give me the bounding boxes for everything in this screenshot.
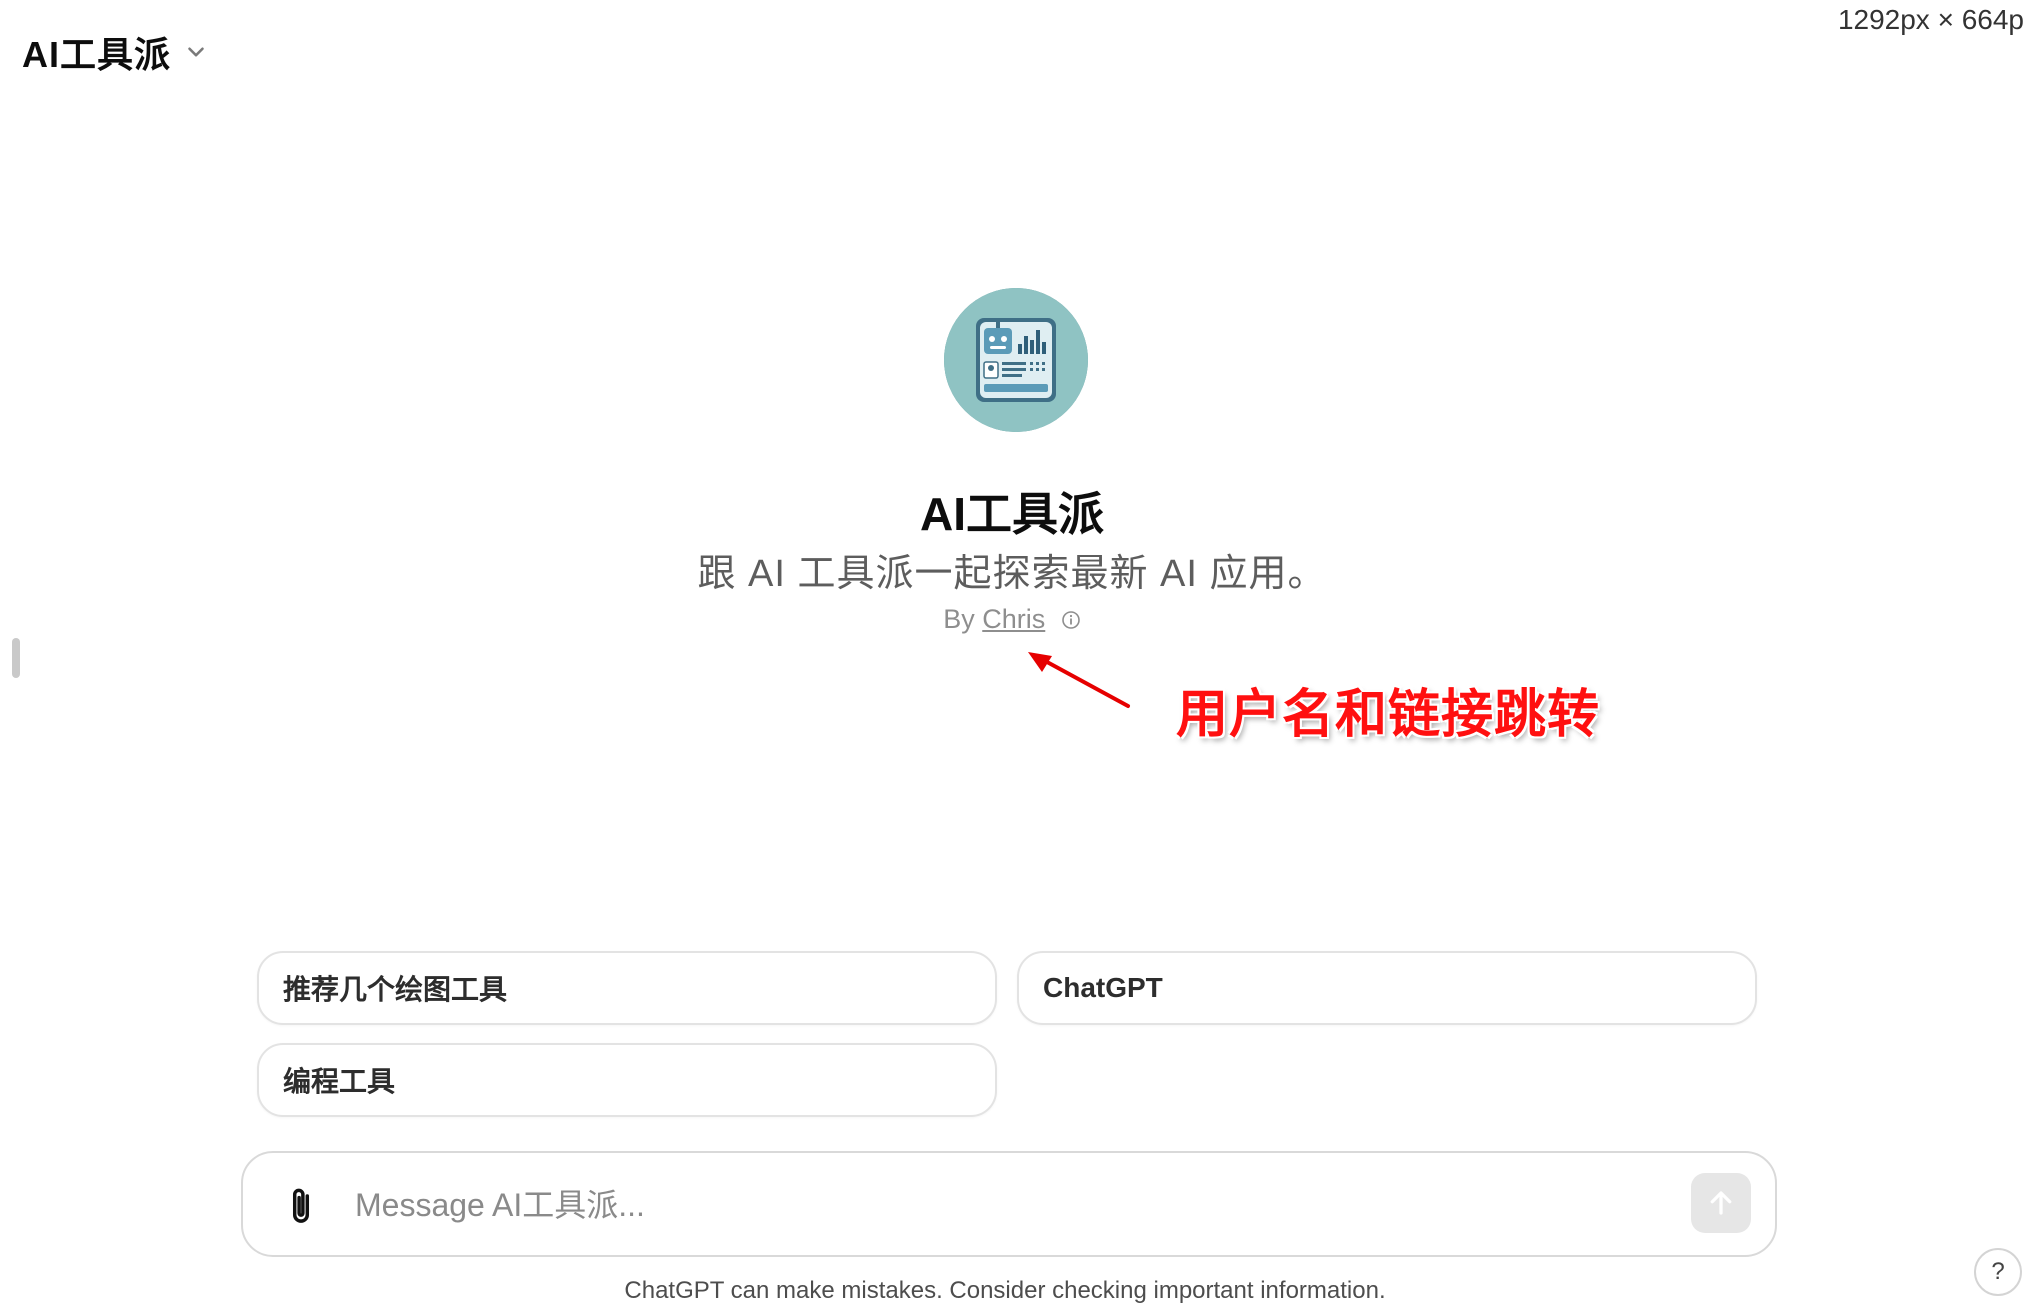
chevron-down-icon [188,47,204,57]
author-link[interactable]: Chris [982,604,1045,634]
sidebar-toggle-handle[interactable] [12,638,20,678]
help-button[interactable]: ? [1974,1248,2022,1296]
byline-prefix: By [943,604,975,634]
gpt-avatar [944,288,1088,432]
suggestion-chip[interactable]: 编程工具 [257,1043,997,1117]
send-button[interactable] [1691,1173,1751,1233]
gpt-description: 跟 AI 工具派一起探索最新 AI 应用。 [697,553,1327,595]
gpt-title-menu[interactable]: AI工具派 [22,26,209,78]
annotation-label: 用户名和链接跳转 [1176,685,1601,745]
info-icon[interactable] [1061,610,1081,630]
gpt-title: AI工具派 [22,34,172,75]
message-composer [241,1151,1777,1257]
disclaimer-text: ChatGPT can make mistakes. Consider chec… [624,1277,1386,1304]
message-input[interactable] [353,1177,1617,1233]
robot-dashboard-icon [944,288,1088,432]
gpt-chat-page: AI工具派 1292px × 664px AI工具派 跟 AI 工具派一起探索最… [0,0,2024,1306]
annotation-arrow [1028,652,1130,708]
viewport-size-readout: 1292px × 664px [1837,4,2024,35]
suggestion-chip[interactable]: 推荐几个绘图工具 [257,951,997,1025]
paperclip-icon[interactable] [281,1185,321,1229]
suggestion-chip[interactable]: ChatGPT [1017,951,1757,1025]
arrow-up-icon [1710,1191,1732,1215]
author-byline: By Chris [0,604,2024,635]
gpt-name: AI工具派 [920,488,1104,540]
